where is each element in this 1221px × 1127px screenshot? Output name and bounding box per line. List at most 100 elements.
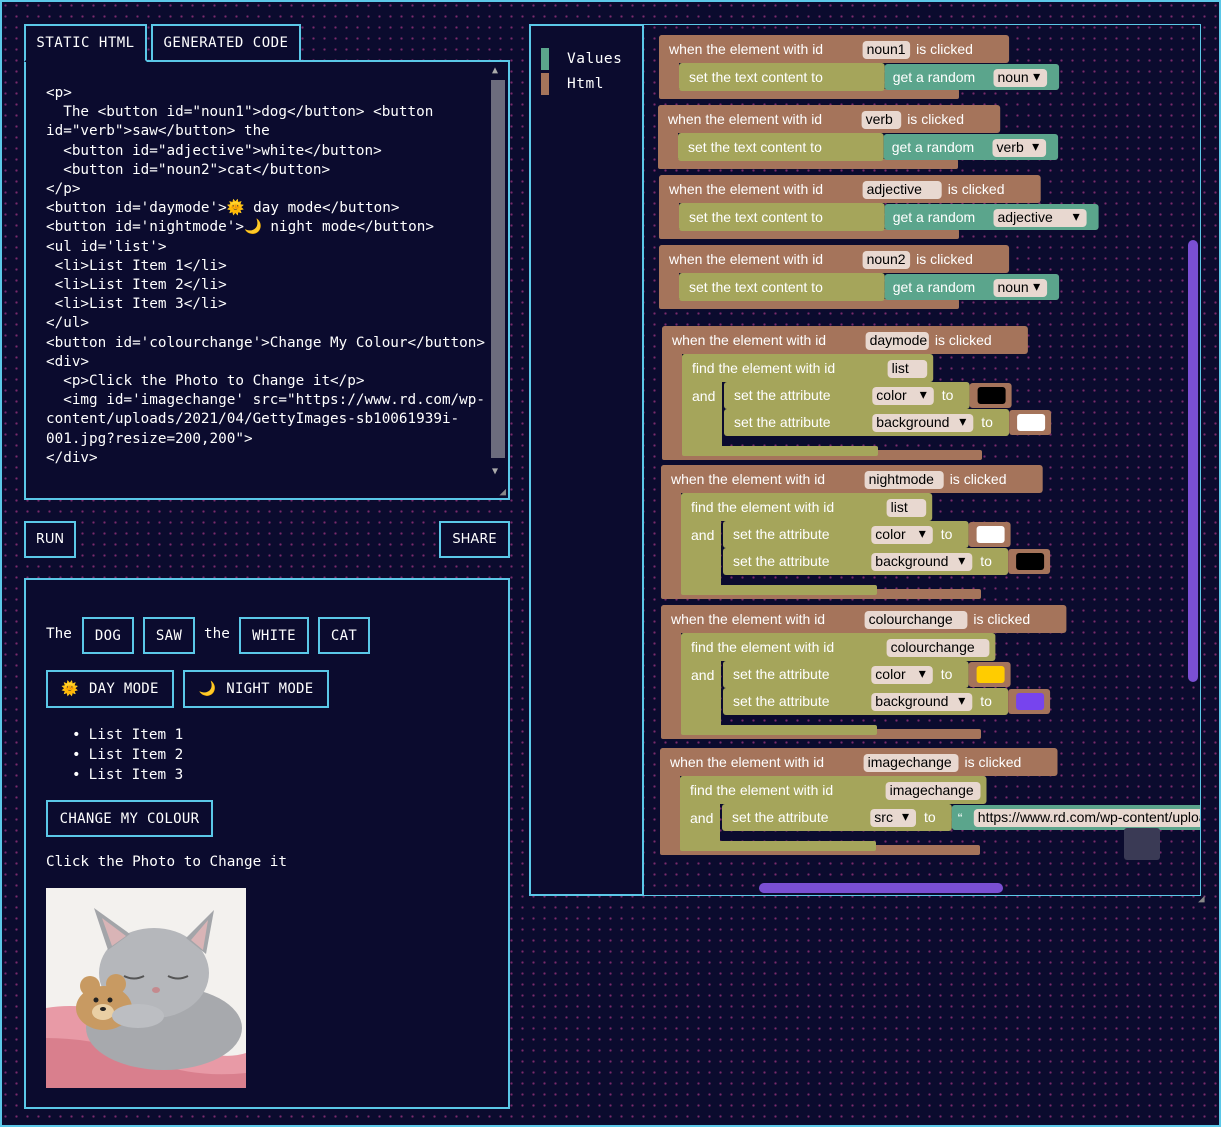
- day-mode-label: DAY MODE: [88, 681, 159, 697]
- get-random-label: get a random: [892, 139, 975, 155]
- attribute-name-dropdown-text: color: [876, 387, 907, 403]
- code-editor[interactable]: <p> The <button id="noun1">dog</button> …: [24, 60, 510, 500]
- list-item: List Item 3: [72, 765, 184, 785]
- dropdown-arrow-icon: ▾: [1032, 138, 1039, 154]
- to-label: to: [941, 526, 953, 542]
- dropdown-arrow-icon: ▾: [958, 552, 965, 568]
- attribute-name-dropdown-text: color: [875, 666, 906, 682]
- and-label: and: [691, 667, 714, 683]
- dropdown-arrow-icon: ▾: [1033, 278, 1040, 294]
- toolbox-category-values[interactable]: Values: [541, 48, 622, 70]
- day-mode-button[interactable]: 🌞 DAY MODE: [46, 670, 174, 708]
- to-label: to: [980, 693, 992, 709]
- workspace-resize-icon[interactable]: ◢: [1198, 892, 1205, 905]
- to-label: to: [924, 809, 936, 825]
- attribute-name-dropdown-text: background: [875, 553, 948, 569]
- get-random-label: get a random: [893, 69, 976, 85]
- element-id-field-text: adjective: [867, 181, 922, 197]
- when-suffix-label: is clicked: [965, 754, 1022, 770]
- when-suffix-label: is clicked: [916, 251, 973, 267]
- run-button[interactable]: RUN: [24, 521, 76, 558]
- get-random-label: get a random: [893, 209, 976, 225]
- attribute-name-dropdown-text: background: [875, 693, 948, 709]
- get-random-label: get a random: [893, 279, 976, 295]
- find-element-label: find the element with id: [692, 360, 835, 376]
- output-list: List Item 1 List Item 2 List Item 3: [72, 725, 184, 785]
- random-type-dropdown-text: noun: [998, 69, 1029, 85]
- dropdown-arrow-icon: ▾: [1033, 68, 1040, 84]
- element-id-field-text: nightmode: [869, 471, 935, 487]
- to-label: to: [942, 387, 954, 403]
- toolbox-category-label: Html: [567, 76, 604, 92]
- and-label: and: [692, 388, 715, 404]
- set-attribute-label: set the attribute: [733, 693, 830, 709]
- element-id-field-text: noun1: [867, 41, 906, 57]
- colour-swatch-field[interactable]: [976, 526, 1005, 543]
- when-label: when the element with id: [668, 251, 823, 267]
- values-swatch-icon: [541, 48, 549, 70]
- verb-button[interactable]: SAW: [143, 617, 195, 654]
- when-label: when the element with id: [670, 611, 825, 627]
- trash-icon[interactable]: [1124, 828, 1160, 860]
- toolbox-category-html[interactable]: Html: [541, 73, 604, 95]
- dropdown-arrow-icon: ▾: [958, 692, 965, 708]
- find-element-label: find the element with id: [691, 499, 834, 515]
- when-suffix-label: is clicked: [907, 111, 964, 127]
- when-label: when the element with id: [667, 111, 822, 127]
- list-item: List Item 2: [72, 745, 184, 765]
- random-type-dropdown-text: adjective: [998, 209, 1053, 225]
- tab-static-html[interactable]: STATIC HTML: [24, 24, 147, 62]
- set-attribute-label: set the attribute: [734, 414, 831, 430]
- night-mode-button[interactable]: 🌙 NIGHT MODE: [183, 670, 329, 708]
- attribute-name-dropdown-text: background: [876, 414, 949, 430]
- set-attribute-label: set the attribute: [733, 526, 830, 542]
- when-suffix-label: is clicked: [973, 611, 1030, 627]
- noun1-button[interactable]: DOG: [82, 617, 134, 654]
- colour-swatch-field[interactable]: [1016, 553, 1045, 570]
- code-scroll-thumb[interactable]: [491, 80, 505, 458]
- element-id-field-text: noun2: [867, 251, 906, 267]
- share-button[interactable]: SHARE: [439, 521, 510, 558]
- and-label: and: [690, 810, 713, 826]
- noun2-button[interactable]: CAT: [318, 617, 370, 654]
- code-text[interactable]: <p> The <button id="noun1">dog</button> …: [46, 84, 492, 468]
- workspace-vertical-scrollbar[interactable]: [1188, 240, 1198, 682]
- target-id-field-text: colourchange: [891, 639, 975, 655]
- cat-photo[interactable]: [46, 888, 246, 1088]
- adjective-button[interactable]: WHITE: [239, 617, 309, 654]
- random-type-dropdown-text: noun: [998, 279, 1029, 295]
- output-preview: The DOG SAW the WHITE CAT 🌞 DAY MODE 🌙 N…: [24, 578, 510, 1109]
- html-swatch-icon: [541, 73, 549, 95]
- set-attribute-label: set the attribute: [733, 666, 830, 682]
- blocks-canvas[interactable]: when the element with id noun1 is clicked s…: [647, 26, 1200, 894]
- sentence-word-the-2: the: [204, 626, 230, 642]
- scroll-down-icon[interactable]: ▼: [492, 466, 498, 477]
- colour-swatch-field[interactable]: [976, 666, 1005, 683]
- set-attribute-label: set the attribute: [733, 553, 830, 569]
- quote-icon: “: [958, 810, 963, 826]
- target-id-field-text: list: [892, 360, 909, 376]
- workspace-horizontal-scrollbar[interactable]: [759, 883, 1003, 893]
- element-id-field-text: verb: [866, 111, 893, 127]
- when-label: when the element with id: [671, 332, 826, 348]
- colour-swatch-field[interactable]: [1017, 414, 1046, 431]
- set-text-label: set the text content to: [689, 69, 823, 85]
- dropdown-arrow-icon: ▾: [902, 808, 909, 824]
- toolbox: Values Html: [529, 24, 644, 896]
- photo-caption: Click the Photo to Change it: [46, 854, 288, 870]
- colour-swatch-field[interactable]: [977, 387, 1006, 404]
- tab-generated-code[interactable]: GENERATED CODE: [151, 24, 301, 62]
- find-element-label: find the element with id: [690, 782, 833, 798]
- colour-swatch-field[interactable]: [1016, 693, 1045, 710]
- sun-icon: 🌞: [61, 681, 79, 697]
- resize-handle-icon[interactable]: ◢: [499, 485, 506, 498]
- code-scrollbar[interactable]: ▲ ▼: [490, 64, 506, 492]
- dropdown-arrow-icon: ▾: [919, 525, 926, 541]
- dropdown-arrow-icon: ▾: [919, 665, 926, 681]
- set-attribute-label: set the attribute: [734, 387, 831, 403]
- when-label: when the element with id: [668, 41, 823, 57]
- to-label: to: [981, 414, 993, 430]
- url-text-field-text: https://www.rd.com/wp-content/uploa: [978, 809, 1200, 825]
- change-colour-button[interactable]: CHANGE MY COLOUR: [46, 800, 213, 837]
- scroll-up-icon[interactable]: ▲: [492, 65, 498, 76]
